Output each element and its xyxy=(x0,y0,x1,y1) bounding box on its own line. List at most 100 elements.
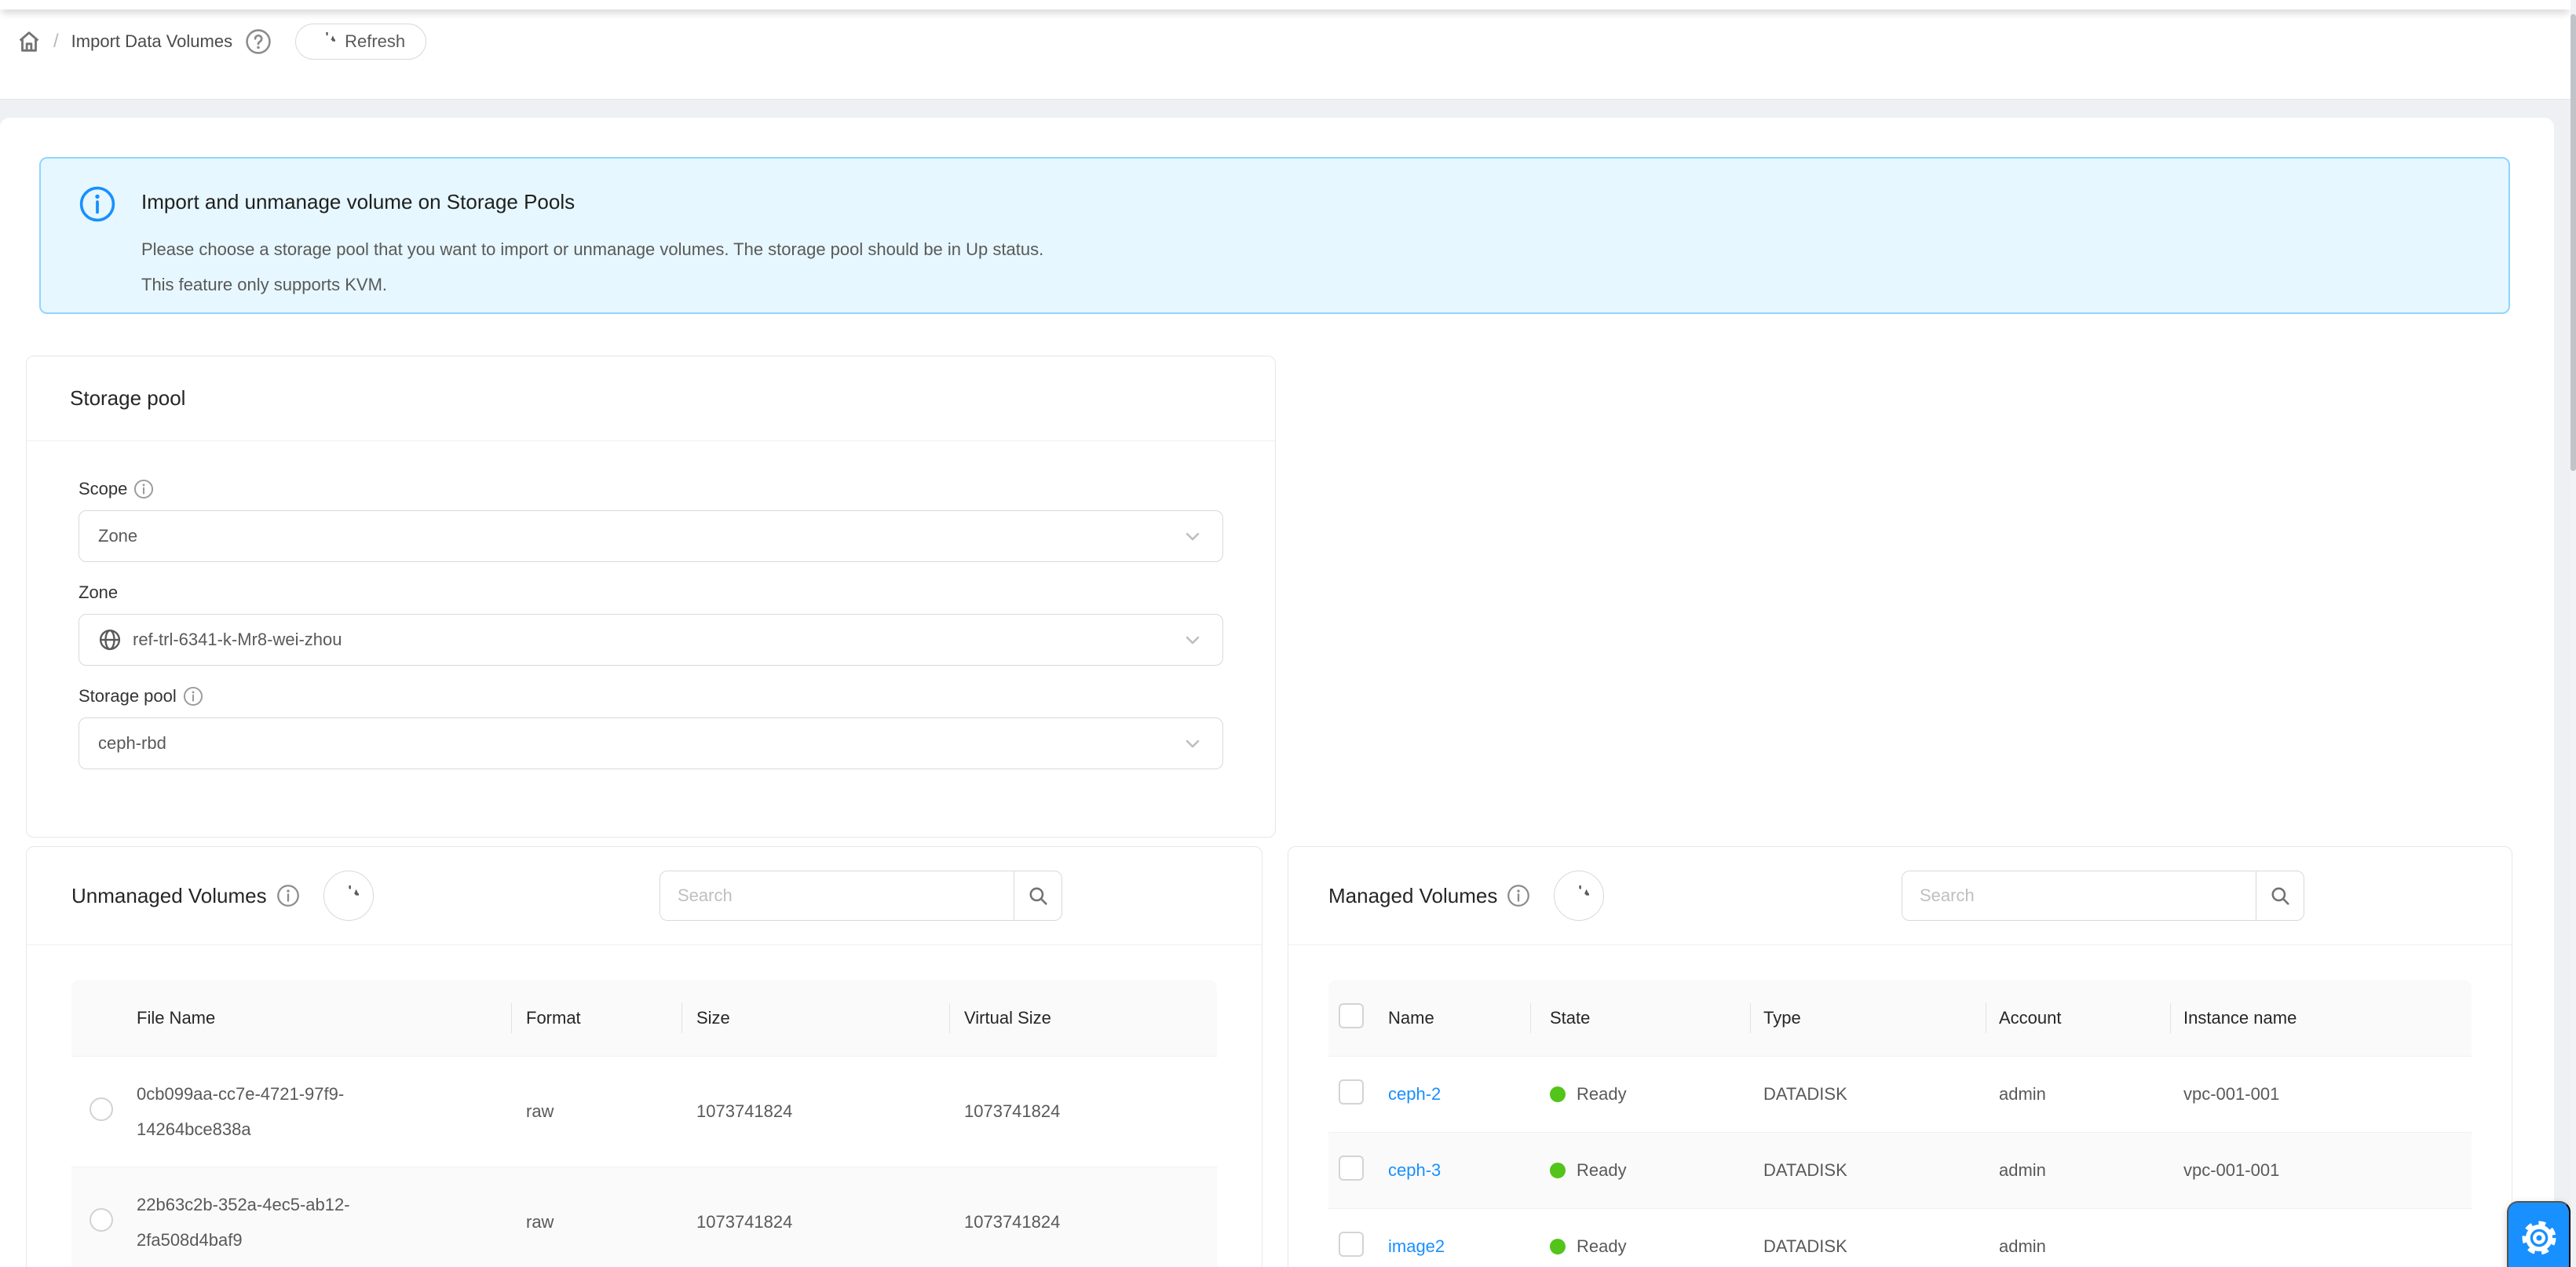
chevron-down-icon xyxy=(1182,732,1204,754)
radio-button[interactable] xyxy=(90,1097,113,1121)
file-name: 0cb099aa-cc7e-4721-97f9-14264bce838a xyxy=(137,1076,380,1147)
virtual-size-value: 1073741824 xyxy=(950,1167,1217,1267)
storage-pool-label-row: Storage pool xyxy=(79,686,1223,707)
instance-name-value xyxy=(2171,1208,2472,1267)
storage-pool-label: Storage pool xyxy=(79,686,177,707)
search-icon xyxy=(1028,885,1048,906)
column-header-format[interactable]: Format xyxy=(512,980,682,1056)
main-content: Import and unmanage volume on Storage Po… xyxy=(0,118,2554,1267)
managed-volumes-panel: Managed Volumes Name xyxy=(1288,846,2512,1267)
unmanaged-panel-title: Unmanaged Volumes xyxy=(71,884,267,908)
managed-refresh-button[interactable] xyxy=(1554,871,1604,921)
managed-panel-header: Managed Volumes xyxy=(1288,847,2512,945)
info-circle-icon[interactable] xyxy=(183,686,203,707)
account-value: admin xyxy=(1986,1132,2171,1208)
globe-icon xyxy=(98,628,122,652)
status-dot xyxy=(1550,1086,1566,1102)
column-header-size[interactable]: Size xyxy=(682,980,950,1056)
checkbox[interactable] xyxy=(1339,1232,1364,1257)
info-circle-icon[interactable] xyxy=(133,479,154,499)
info-alert: Import and unmanage volume on Storage Po… xyxy=(39,157,2510,314)
unmanaged-radio-header xyxy=(71,980,122,1056)
reload-icon xyxy=(1569,885,1589,906)
unmanaged-header-row: File Name Format Size Virtual Size xyxy=(71,980,1217,1056)
search-icon xyxy=(2270,885,2290,906)
scrollbar-thumb[interactable] xyxy=(2571,14,2576,471)
reload-icon xyxy=(338,885,359,906)
table-row[interactable]: image2 Ready DATADISK admin xyxy=(1328,1208,2472,1267)
radio-button[interactable] xyxy=(90,1208,113,1232)
question-circle-icon[interactable] xyxy=(245,28,272,55)
reload-icon xyxy=(316,32,335,51)
virtual-size-value: 1073741824 xyxy=(950,1056,1217,1167)
breadcrumb-current: Import Data Volumes xyxy=(71,31,232,52)
chevron-down-icon xyxy=(1182,525,1204,547)
format-value: raw xyxy=(512,1167,682,1267)
volume-name-link[interactable]: ceph-2 xyxy=(1388,1084,1441,1104)
scrollbar-track[interactable] xyxy=(2571,0,2576,1267)
settings-button[interactable] xyxy=(2507,1201,2571,1267)
storage-pool-select-value: ceph-rbd xyxy=(98,733,1182,754)
column-header-state[interactable]: State xyxy=(1531,980,1751,1056)
refresh-button-label: Refresh xyxy=(345,31,405,52)
state-value: Ready xyxy=(1577,1160,1627,1181)
table-row[interactable]: ceph-3 Ready DATADISK admin vpc-001-001 xyxy=(1328,1132,2472,1208)
column-header-type[interactable]: Type xyxy=(1751,980,1986,1056)
column-header-file-name[interactable]: File Name xyxy=(122,980,512,1056)
account-value: admin xyxy=(1986,1208,2171,1267)
file-name: 22b63c2b-352a-4ec5-ab12-2fa508d4baf9 xyxy=(137,1187,380,1258)
managed-panel-title: Managed Volumes xyxy=(1328,884,1497,908)
managed-header-row: Name State Type Account Instance name xyxy=(1328,980,2472,1056)
breadcrumb-separator: / xyxy=(53,31,59,53)
table-row[interactable]: 0cb099aa-cc7e-4721-97f9-14264bce838a raw… xyxy=(71,1056,1217,1167)
unmanaged-refresh-button[interactable] xyxy=(323,871,374,921)
table-row[interactable]: 22b63c2b-352a-4ec5-ab12-2fa508d4baf9 raw… xyxy=(71,1167,1217,1267)
instance-name-value: vpc-001-001 xyxy=(2171,1132,2472,1208)
managed-search-input[interactable] xyxy=(1902,871,2256,921)
alert-title: Import and unmanage volume on Storage Po… xyxy=(141,190,575,214)
managed-search xyxy=(1902,871,2304,921)
instance-name-value: vpc-001-001 xyxy=(2171,1056,2472,1132)
volume-name-link[interactable]: image2 xyxy=(1388,1236,1445,1256)
size-value: 1073741824 xyxy=(682,1167,950,1267)
managed-search-button[interactable] xyxy=(2256,871,2304,921)
column-header-name[interactable]: Name xyxy=(1388,980,1531,1056)
unmanaged-search-button[interactable] xyxy=(1014,871,1062,921)
zone-select-value: ref-trl-6341-k-Mr8-wei-zhou xyxy=(133,630,1182,650)
scope-label: Scope xyxy=(79,479,127,499)
checkbox[interactable] xyxy=(1339,1003,1364,1028)
scope-select[interactable]: Zone xyxy=(79,510,1223,562)
type-value: DATADISK xyxy=(1751,1056,1986,1132)
unmanaged-panel-header: Unmanaged Volumes xyxy=(27,847,1262,945)
zone-label: Zone xyxy=(79,582,118,603)
account-value: admin xyxy=(1986,1056,2171,1132)
refresh-button[interactable]: Refresh xyxy=(295,24,426,60)
info-circle-icon xyxy=(79,185,116,223)
managed-table: Name State Type Account Instance name ce… xyxy=(1328,980,2472,1267)
format-value: raw xyxy=(512,1056,682,1167)
column-header-instance-name[interactable]: Instance name xyxy=(2171,980,2472,1056)
info-circle-icon[interactable] xyxy=(1507,884,1530,907)
unmanaged-search-input[interactable] xyxy=(660,871,1014,921)
type-value: DATADISK xyxy=(1751,1132,1986,1208)
home-icon[interactable] xyxy=(16,28,42,55)
table-row[interactable]: ceph-2 Ready DATADISK admin vpc-001-001 xyxy=(1328,1056,2472,1132)
checkbox[interactable] xyxy=(1339,1079,1364,1105)
unmanaged-search xyxy=(660,871,1062,921)
volume-name-link[interactable]: ceph-3 xyxy=(1388,1160,1441,1180)
top-shadow-strip xyxy=(0,0,2571,9)
unmanaged-volumes-panel: Unmanaged Volumes File Name xyxy=(26,846,1262,1267)
scope-select-value: Zone xyxy=(98,526,1182,546)
alert-description-line1: Please choose a storage pool that you wa… xyxy=(141,232,1043,267)
storage-pool-select[interactable]: ceph-rbd xyxy=(79,717,1223,769)
column-header-account[interactable]: Account xyxy=(1986,980,2171,1056)
size-value: 1073741824 xyxy=(682,1056,950,1167)
checkbox[interactable] xyxy=(1339,1156,1364,1181)
info-circle-icon[interactable] xyxy=(276,884,300,907)
zone-select[interactable]: ref-trl-6341-k-Mr8-wei-zhou xyxy=(79,614,1223,666)
chevron-down-icon xyxy=(1182,629,1204,651)
state-value: Ready xyxy=(1577,1236,1627,1257)
storage-pool-card: Storage pool Scope Zone Zone ref-trl-634… xyxy=(26,356,1276,838)
status-dot xyxy=(1550,1239,1566,1254)
column-header-virtual-size[interactable]: Virtual Size xyxy=(950,980,1217,1056)
